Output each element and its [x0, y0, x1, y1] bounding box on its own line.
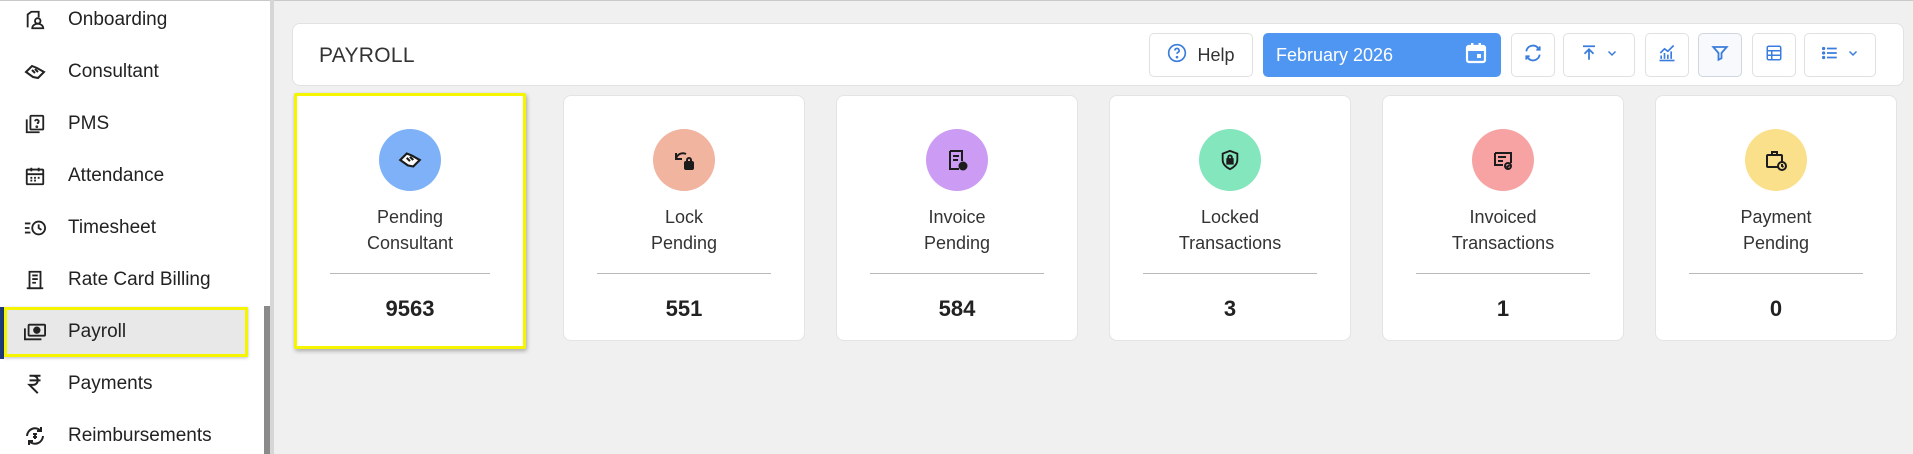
card-label-line: Invoiced — [1469, 207, 1537, 227]
refresh-button[interactable] — [1511, 33, 1555, 77]
month-picker-value: February 2026 — [1276, 44, 1394, 65]
card-divider — [1689, 273, 1863, 274]
chevron-down-icon — [1606, 46, 1618, 64]
card-label: Invoice Pending — [837, 204, 1077, 256]
briefcase-clock-icon — [1745, 129, 1807, 191]
help-icon — [1167, 43, 1187, 68]
sidebar-item-label: Timesheet — [68, 217, 156, 238]
sidebar-item-label: Rate Card Billing — [68, 269, 211, 290]
sidebar-item-rate-card-billing[interactable]: Rate Card Billing — [0, 255, 264, 305]
help-label: Help — [1197, 44, 1235, 65]
filter-icon — [1711, 44, 1729, 67]
card-label-line: Pending — [1742, 233, 1810, 253]
card-label-line: Transactions — [1451, 233, 1555, 253]
lock-refresh-icon — [653, 129, 715, 191]
sidebar-item-label: Onboarding — [68, 9, 168, 30]
chevron-down-icon — [1847, 46, 1859, 64]
card-label-line: Pending — [376, 207, 444, 227]
list-icon — [1821, 44, 1839, 67]
card-pending-consultant[interactable]: Pending Consultant 9563 — [294, 93, 526, 349]
sidebar-item-payments[interactable]: Payments — [0, 359, 264, 409]
sidebar-item-consultant[interactable]: Consultant — [0, 47, 264, 97]
card-divider — [1143, 273, 1317, 274]
list-clock-icon — [22, 215, 48, 241]
card-label: Invoiced Transactions — [1383, 204, 1623, 256]
card-value: 0 — [1769, 296, 1783, 321]
card-label: Payment Pending — [1656, 204, 1896, 256]
card-divider — [597, 273, 771, 274]
money-icon — [22, 319, 48, 345]
sidebar-item-label: Attendance — [68, 165, 165, 186]
handshake-icon — [379, 129, 441, 191]
card-divider — [330, 273, 490, 274]
page-title: PAYROLL — [319, 44, 415, 67]
card-value: 551 — [665, 296, 703, 321]
sidebar-item-label: Reimbursements — [68, 425, 212, 446]
sidebar-item-timesheet[interactable]: Timesheet — [0, 203, 264, 253]
card-label-line: Invoice — [928, 207, 986, 227]
filter-button[interactable] — [1698, 33, 1742, 77]
sidebar-item-attendance[interactable]: Attendance — [0, 151, 264, 201]
sidebar-item-onboarding[interactable]: Onboarding — [0, 0, 264, 45]
refresh-icon — [1523, 43, 1543, 68]
card-locked-transactions[interactable]: Locked Transactions 3 — [1109, 95, 1351, 341]
invoice-icon — [926, 129, 988, 191]
card-label-line: Pending — [923, 233, 991, 253]
sidebar-item-pms[interactable]: PMS — [0, 99, 264, 149]
card-label-line: Transactions — [1178, 233, 1282, 253]
card-label: Pending Consultant — [297, 204, 523, 256]
card-payment-pending[interactable]: Payment Pending 0 — [1655, 95, 1897, 341]
sidebar: Onboarding Consultant PMS Attendance Tim… — [0, 0, 272, 454]
sidebar-item-label: Consultant — [68, 61, 159, 82]
list-view-dropdown[interactable] — [1804, 33, 1876, 77]
table-view-button[interactable] — [1752, 33, 1796, 77]
card-value: 9563 — [385, 296, 435, 321]
receipt-icon — [22, 267, 48, 293]
refund-icon — [22, 423, 48, 449]
table-icon — [1765, 44, 1783, 67]
card-lock-pending[interactable]: Lock Pending 551 — [563, 95, 805, 341]
calendar-icon — [1464, 41, 1488, 70]
card-label-line: Payment — [1740, 207, 1812, 227]
card-label-line: Lock — [664, 207, 704, 227]
export-dropdown[interactable] — [1563, 33, 1635, 77]
card-invoiced-transactions[interactable]: Invoiced Transactions 1 — [1382, 95, 1624, 341]
card-value: 1 — [1496, 296, 1510, 321]
user-folder-icon — [22, 7, 48, 33]
question-doc-icon — [22, 111, 48, 137]
sidebar-item-label: Payments — [68, 373, 153, 394]
sidebar-item-label: PMS — [68, 113, 110, 134]
month-picker[interactable]: February 2026 — [1263, 33, 1501, 77]
analytics-button[interactable] — [1645, 33, 1689, 77]
card-invoice-pending[interactable]: Invoice Pending 584 — [836, 95, 1078, 341]
card-value: 3 — [1223, 296, 1237, 321]
card-label: Lock Pending — [564, 204, 804, 256]
card-label-line: Locked — [1200, 207, 1260, 227]
help-button[interactable]: Help — [1149, 33, 1253, 77]
calendar-icon — [22, 163, 48, 189]
invoice-check-icon — [1472, 129, 1534, 191]
shield-lock-icon — [1199, 129, 1261, 191]
card-label-line: Consultant — [366, 233, 454, 253]
rupee-icon — [22, 371, 48, 397]
chart-icon — [1657, 43, 1677, 68]
card-value: 584 — [938, 296, 976, 321]
card-divider — [1416, 273, 1590, 274]
card-label: Locked Transactions — [1110, 204, 1350, 256]
card-divider — [870, 273, 1044, 274]
sidebar-item-payroll[interactable]: Payroll — [4, 307, 248, 357]
page-header: PAYROLL Help February 2026 — [292, 23, 1904, 86]
sidebar-item-label: Payroll — [68, 321, 127, 342]
card-label-line: Pending — [650, 233, 718, 253]
handshake-icon — [22, 59, 48, 85]
main-content: PAYROLL Help February 2026 Pending Consu… — [274, 0, 1913, 454]
sidebar-item-reimbursements[interactable]: Reimbursements — [0, 411, 264, 454]
upload-icon — [1580, 44, 1598, 67]
